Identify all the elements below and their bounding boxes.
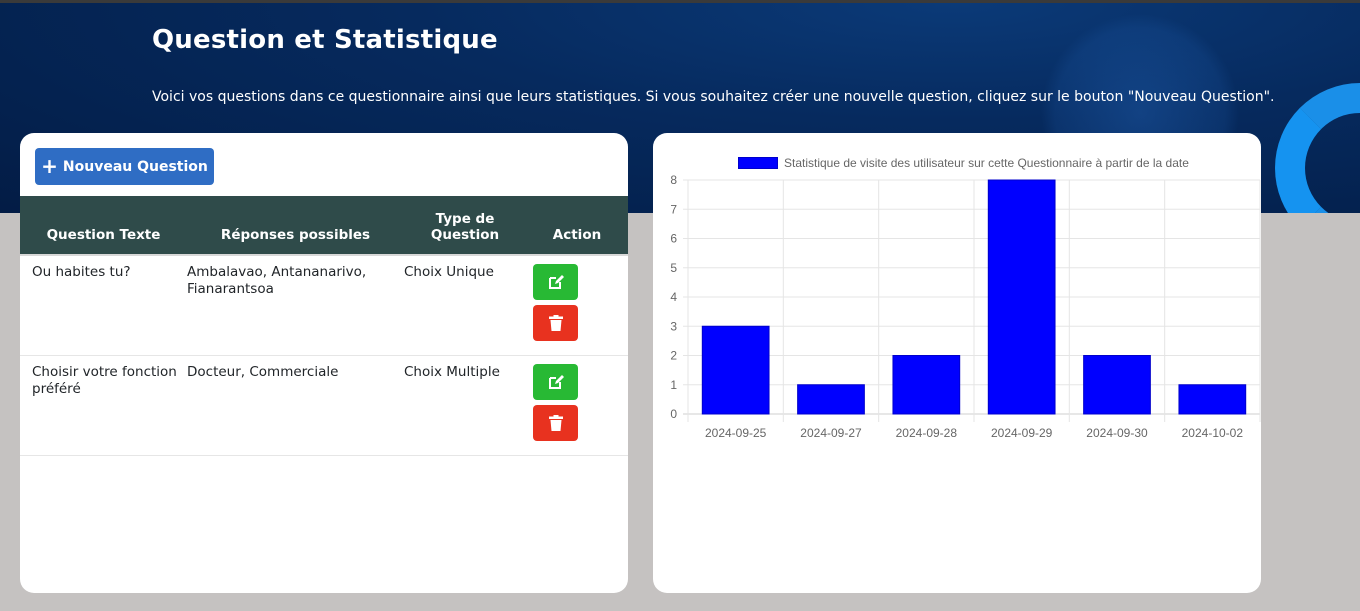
new-question-label: Nouveau Question bbox=[62, 158, 208, 175]
x-tick-label: 2024-09-29 bbox=[991, 426, 1053, 440]
column-header-question-text: Question Texte bbox=[20, 196, 187, 256]
edit-button[interactable] bbox=[533, 363, 578, 400]
y-tick-label: 4 bbox=[670, 290, 677, 304]
pencil-square-icon bbox=[548, 275, 564, 289]
statistics-card: Statistique de visite des utilisateur su… bbox=[653, 133, 1261, 593]
trash-icon bbox=[548, 315, 563, 331]
page-description: Voici vos questions dans ce questionnair… bbox=[152, 89, 1275, 105]
x-tick-label: 2024-09-28 bbox=[896, 426, 958, 440]
header-decoration-ring bbox=[1275, 83, 1360, 213]
bar bbox=[987, 179, 1056, 415]
new-question-button[interactable]: + Nouveau Question bbox=[35, 148, 214, 185]
delete-button[interactable] bbox=[533, 305, 578, 341]
trash-icon bbox=[548, 414, 563, 431]
x-tick-label: 2024-10-02 bbox=[1182, 426, 1244, 440]
answers-cell: Ambalavao, Antananarivo, Fianarantsoa bbox=[187, 255, 404, 356]
y-tick-label: 5 bbox=[670, 261, 677, 275]
y-tick-label: 8 bbox=[670, 173, 677, 187]
edit-button[interactable] bbox=[533, 264, 578, 300]
x-tick-label: 2024-09-30 bbox=[1086, 426, 1148, 440]
table-header-row: Question Texte Réponses possibles Type d… bbox=[20, 196, 628, 256]
column-header-answers: Réponses possibles bbox=[187, 196, 404, 256]
y-tick-label: 7 bbox=[670, 202, 677, 216]
bar bbox=[892, 355, 961, 415]
bar bbox=[797, 384, 865, 415]
y-tick-label: 6 bbox=[670, 232, 677, 246]
page-title: Question et Statistique bbox=[152, 25, 498, 55]
column-header-action: Action bbox=[526, 196, 628, 256]
action-cell bbox=[526, 255, 628, 356]
action-cell bbox=[526, 355, 628, 456]
questions-table: Question Texte Réponses possibles Type d… bbox=[20, 196, 628, 456]
questions-card: + Nouveau Question Question Texte Répons… bbox=[20, 133, 628, 593]
y-tick-label: 3 bbox=[670, 319, 677, 333]
pencil-square-icon bbox=[548, 374, 564, 389]
table-row: Choisir votre fonction préféré Docteur, … bbox=[20, 355, 628, 456]
question-text-cell: Choisir votre fonction préféré bbox=[20, 355, 187, 456]
y-tick-label: 1 bbox=[670, 378, 677, 392]
bar bbox=[701, 325, 770, 415]
bar bbox=[1083, 355, 1151, 415]
type-cell: Choix Multiple bbox=[404, 355, 526, 456]
column-header-type: Type de Question bbox=[404, 196, 526, 256]
question-text-cell: Ou habites tu? bbox=[20, 255, 187, 356]
plus-icon: + bbox=[41, 153, 58, 178]
column-header-type-label: Type de Question bbox=[430, 211, 500, 243]
answers-cell: Docteur, Commerciale bbox=[187, 355, 404, 456]
x-tick-label: 2024-09-27 bbox=[800, 426, 862, 440]
visits-bar-chart: 0 1 2 3 4 5 6 7 8 2024-09-25 2024-09-27 2024-09-28 2… bbox=[670, 173, 1261, 440]
x-tick-label: 2024-09-25 bbox=[705, 426, 767, 440]
bar bbox=[1178, 384, 1247, 415]
table-row: Ou habites tu? Ambalavao, Antananarivo, … bbox=[20, 255, 628, 356]
type-cell: Choix Unique bbox=[404, 255, 526, 356]
delete-button[interactable] bbox=[533, 404, 578, 441]
y-tick-label: 0 bbox=[670, 407, 677, 421]
y-tick-label: 2 bbox=[670, 349, 677, 363]
